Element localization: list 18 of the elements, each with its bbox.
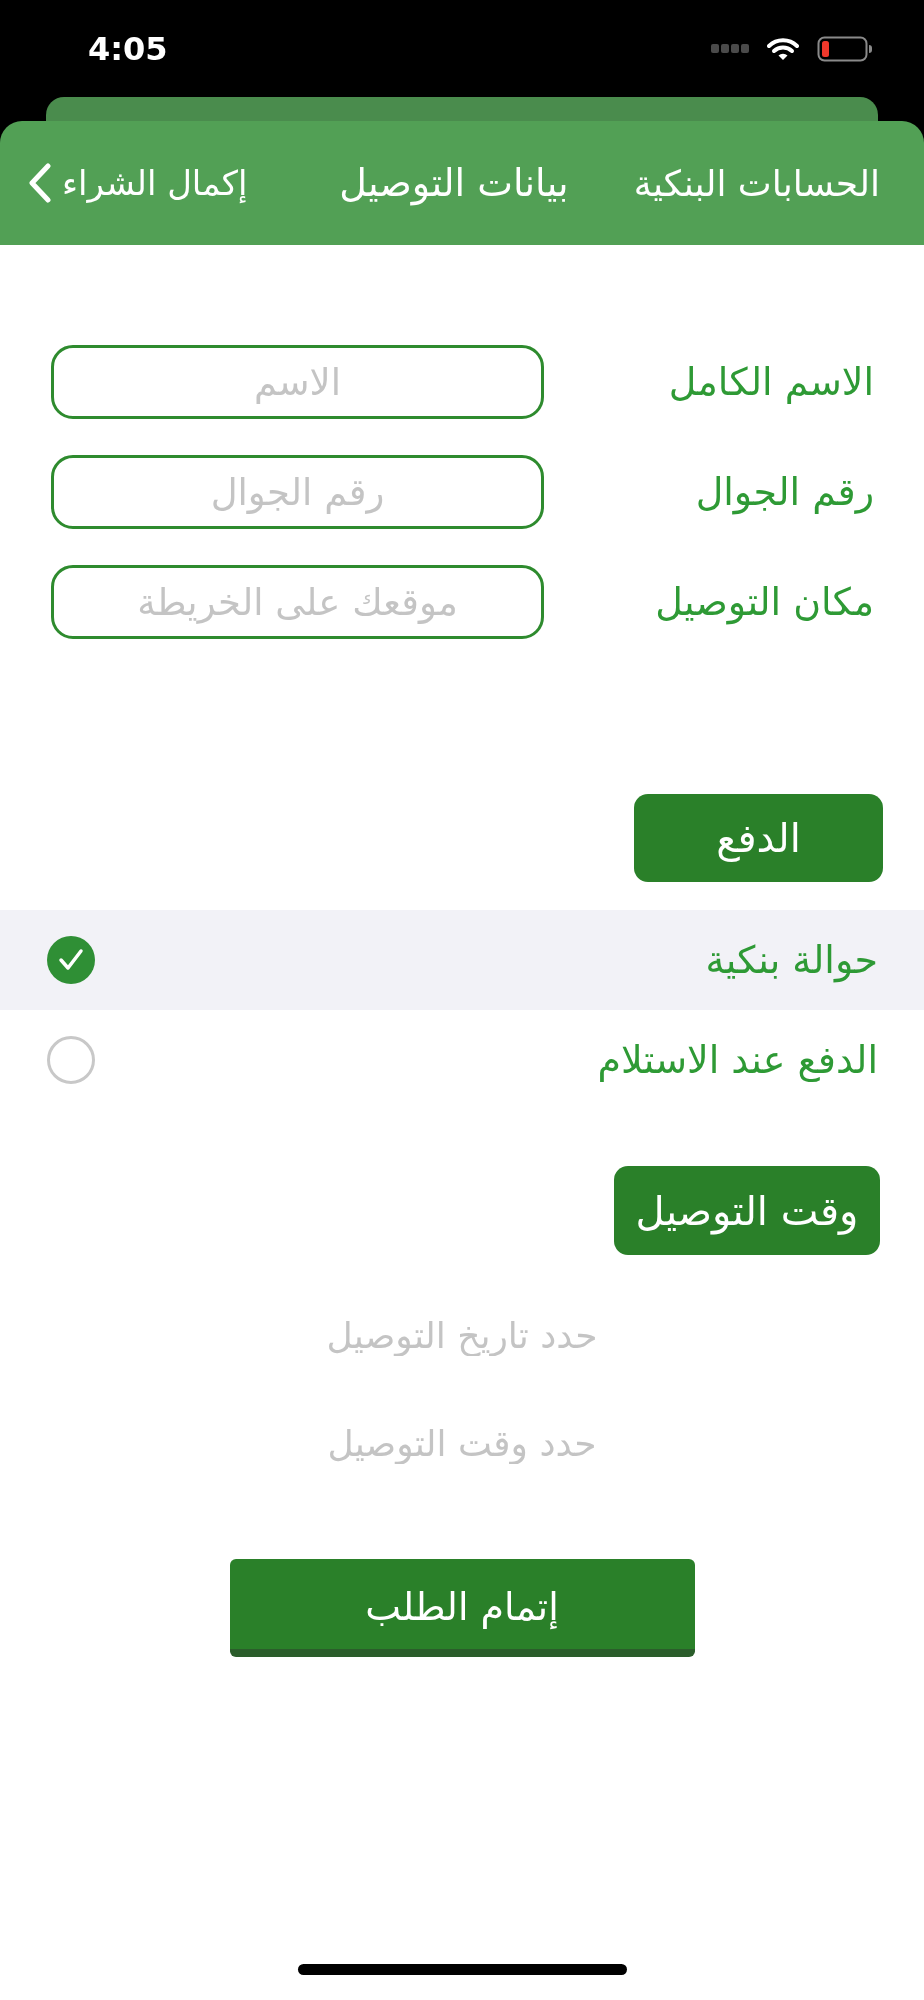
section-heading: وقت التوصيل — [614, 1166, 880, 1255]
chevron-left-icon — [28, 163, 52, 203]
input-field[interactable]: موقعك على الخريطة — [51, 565, 544, 639]
section-heading: الدفع — [634, 794, 883, 882]
signal-icon — [711, 44, 749, 53]
field-label: رقم الجوال — [694, 470, 874, 514]
back-button[interactable]: إكمال الشراء — [28, 163, 248, 203]
battery-icon — [817, 35, 873, 62]
payment-option[interactable]: حوالة بنكية — [0, 910, 924, 1010]
input-field[interactable]: رقم الجوال — [51, 455, 544, 529]
page-title: بيانات التوصيل — [338, 161, 570, 205]
wifi-icon — [767, 36, 799, 61]
field-label: الاسم الكامل — [667, 360, 874, 404]
submit-order-button[interactable]: إتمام الطلب — [229, 1559, 695, 1657]
input-field[interactable]: الاسم — [51, 345, 544, 419]
field-label: مكان التوصيل — [654, 580, 874, 624]
status-time: 4:05 — [88, 29, 168, 68]
bank-accounts-button[interactable]: الحسابات البنكية — [633, 162, 880, 204]
